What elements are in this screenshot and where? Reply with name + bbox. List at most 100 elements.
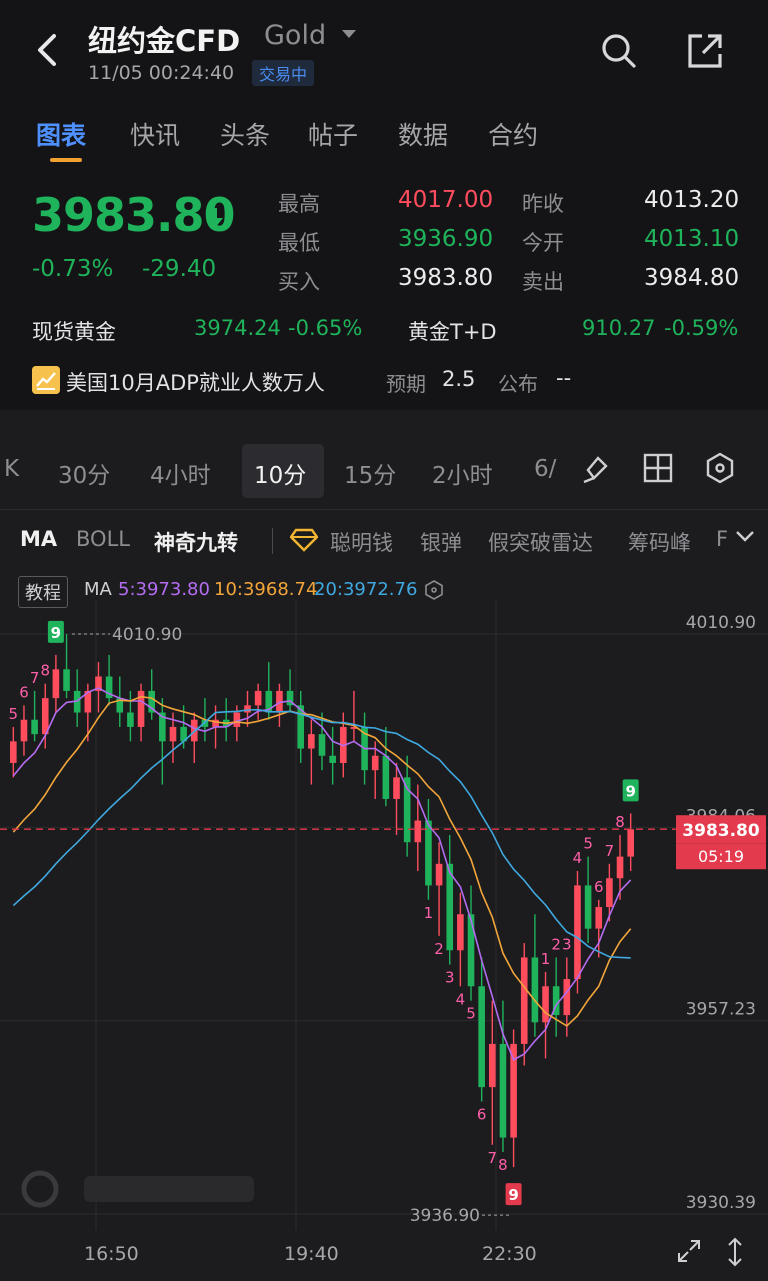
period-10m[interactable]: 10分 — [254, 456, 306, 490]
magic-nine-count: 2 — [434, 940, 444, 958]
low-marker-label: 3936.90 — [410, 1206, 480, 1226]
tab-posts[interactable]: 帖子 — [308, 116, 358, 152]
high-marker-label: 4010.90 — [112, 625, 182, 645]
bid-value: 3983.80 — [398, 265, 494, 291]
high-value: 4017.00 — [398, 187, 494, 213]
instrument-subtitle[interactable]: Gold — [264, 20, 326, 51]
indicator-more[interactable]: F — [716, 527, 728, 551]
spot-gold-name[interactable]: 现货黄金 — [32, 316, 116, 346]
ma5-legend: 5:3973.80 — [118, 579, 210, 600]
indicator-magic-nine[interactable]: 神奇九转 — [154, 527, 238, 557]
tab-headlines[interactable]: 头条 — [220, 116, 270, 152]
top-bar: 纽约金CFD Gold 11/05 00:24:40 交易中 — [0, 0, 768, 100]
fullscreen-icon[interactable] — [676, 1238, 702, 1264]
indicator-boll[interactable]: BOLL — [76, 527, 130, 551]
settings-hex-icon[interactable] — [424, 580, 444, 600]
gold-td-name[interactable]: 黄金T+D — [408, 316, 497, 346]
period-15m[interactable]: 15分 — [344, 456, 396, 490]
back-arrow-icon[interactable] — [30, 28, 64, 72]
last-price: 3983.80 — [32, 188, 236, 242]
vertical-expand-icon[interactable] — [724, 1236, 746, 1268]
candlestick-chart[interactable]: 4010.903984.063957.233930.39567891234567… — [0, 600, 768, 1240]
share-icon[interactable] — [686, 32, 724, 70]
candle-body — [20, 719, 28, 742]
chevron-down-icon[interactable] — [734, 528, 756, 544]
published-value: -- — [556, 366, 572, 390]
y-tick-label: 4010.90 — [686, 613, 756, 633]
candle-body — [63, 669, 70, 691]
candle-body — [308, 734, 315, 749]
magic-nine-count: 8 — [615, 813, 625, 831]
expected-value: 2.5 — [442, 367, 476, 391]
indicator-silver-bullet[interactable]: 银弹 — [420, 527, 462, 557]
period-k[interactable]: K — [4, 456, 19, 482]
candle-body — [52, 669, 60, 699]
grid-layout-icon[interactable] — [642, 452, 674, 484]
candle-body — [31, 719, 38, 735]
candle-body — [627, 829, 634, 857]
indicator-ma[interactable]: MA — [20, 527, 57, 551]
magic-nine-count: 6 — [19, 683, 29, 701]
candle-body — [606, 878, 613, 908]
candle-body — [10, 741, 17, 763]
magic-nine-count: 5 — [583, 835, 593, 853]
published-label: 公布 — [498, 372, 538, 396]
magic-nine-count: 1 — [541, 950, 551, 968]
event-name[interactable]: 美国10月ADP就业人数万人 — [66, 367, 325, 397]
magic-nine-count: 5 — [466, 1005, 476, 1023]
magic-nine-count: 7 — [488, 1149, 498, 1167]
ma10-legend: 10:3968.74 — [214, 579, 318, 600]
tab-chart[interactable]: 图表 — [36, 116, 86, 152]
magic-nine-count: 2 — [551, 935, 561, 953]
open-label: 今开 — [522, 231, 564, 255]
change-percent: -0.73% — [32, 256, 114, 282]
caret-down-icon[interactable] — [342, 30, 356, 38]
candle-body — [435, 863, 443, 886]
search-icon[interactable] — [600, 32, 638, 70]
magic-nine-count: 6 — [477, 1106, 487, 1124]
watermark-logo — [21, 1170, 254, 1208]
low-label: 最低 — [278, 231, 320, 255]
open-value: 4013.10 — [644, 226, 740, 252]
trading-status-badge: 交易中 — [252, 60, 315, 86]
quote-panel: 3983.80 -0.73% -29.40 最高 4017.00 最低 3936… — [0, 170, 768, 410]
candle-body — [478, 986, 485, 1088]
bid-label: 买入 — [278, 270, 320, 294]
indicator-fake-breakout[interactable]: 假突破雷达 — [488, 527, 593, 557]
period-2h[interactable]: 2小时 — [432, 456, 493, 490]
period-4h[interactable]: 4小时 — [150, 456, 211, 490]
candle-body — [574, 885, 581, 980]
indicator-divider — [272, 528, 273, 554]
candle-body — [382, 755, 390, 799]
magic-nine-count: 5 — [9, 705, 19, 723]
period-30m[interactable]: 30分 — [58, 456, 110, 490]
countdown-label: 05:19 — [698, 847, 744, 866]
spot-gold-price: 3974.24 — [194, 316, 281, 340]
ask-value: 3984.80 — [644, 265, 740, 291]
tab-data[interactable]: 数据 — [398, 116, 448, 152]
ma20-legend: 20:3972.76 — [314, 579, 418, 600]
ma-legend-label: MA — [84, 579, 112, 600]
high-label: 最高 — [278, 192, 320, 216]
last-price-label: 3983.80 — [682, 821, 760, 841]
magic-nine-count: 9 — [508, 1186, 518, 1204]
indicator-smart-money[interactable]: 聪明钱 — [330, 527, 393, 557]
period-selector: K 30分 4小时 10分 15分 2小时 6/ — [0, 430, 768, 510]
period-6[interactable]: 6/ — [534, 456, 556, 482]
gold-td-price: 910.27 — [582, 316, 656, 340]
candle-body — [254, 690, 262, 706]
indicator-chip-peak[interactable]: 筹码峰 — [628, 527, 691, 557]
ask-label: 卖出 — [522, 270, 564, 294]
candle-body — [127, 712, 134, 727]
indicator-bar: MA BOLL 神奇九转 聪明钱 银弹 假突破雷达 筹码峰 F — [0, 512, 768, 568]
instrument-title: 纽约金CFD — [88, 24, 241, 58]
draw-pen-icon[interactable] — [580, 452, 612, 484]
settings-hex-icon[interactable] — [704, 452, 736, 484]
candle-body — [489, 1043, 496, 1088]
magic-nine-count: 1 — [424, 904, 434, 922]
tab-contract[interactable]: 合约 — [488, 116, 538, 152]
magic-nine-count: 9 — [625, 782, 635, 800]
tab-flash[interactable]: 快讯 — [130, 116, 180, 152]
magic-nine-count: 4 — [456, 990, 466, 1008]
low-value: 3936.90 — [398, 226, 494, 252]
